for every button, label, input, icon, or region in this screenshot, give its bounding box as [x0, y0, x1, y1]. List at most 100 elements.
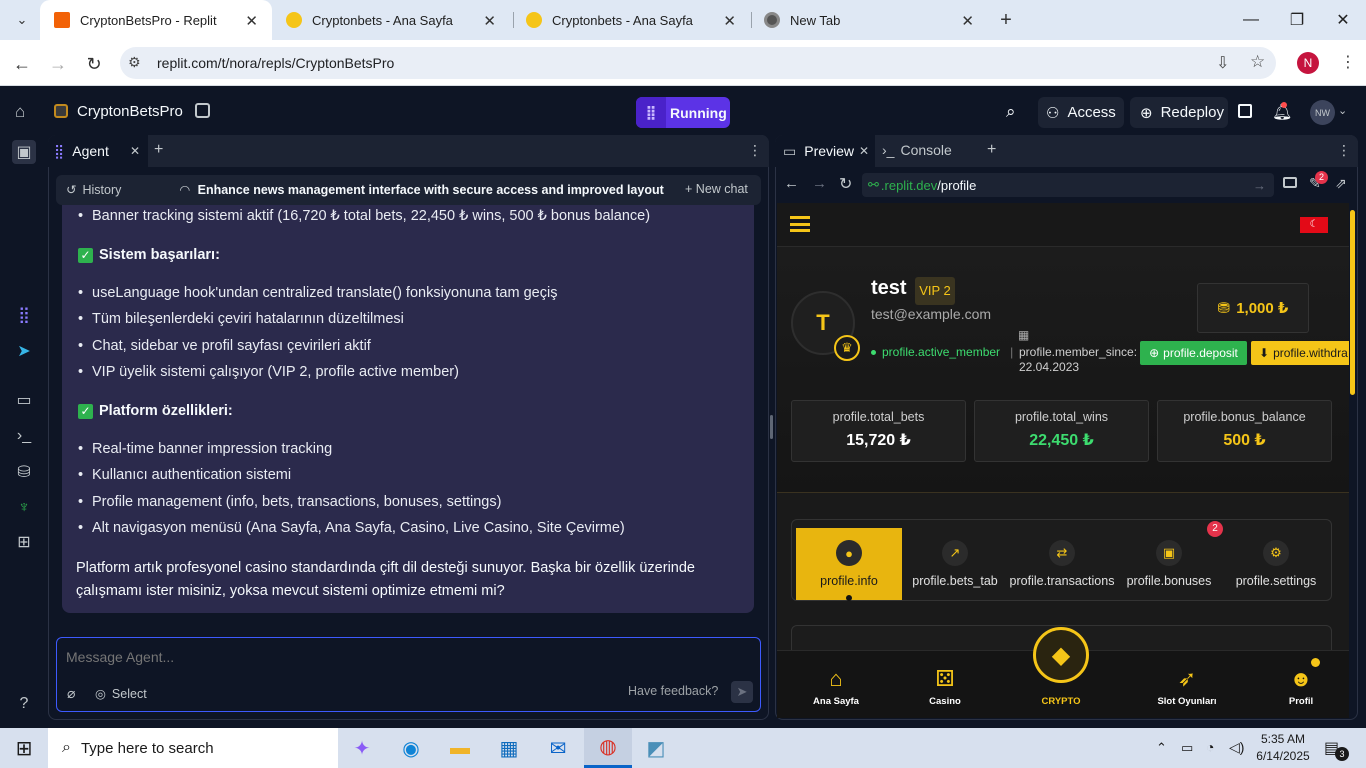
- deployments-tool-icon[interactable]: ♆: [12, 496, 36, 520]
- close-tab-icon[interactable]: ✕: [483, 12, 496, 30]
- send-button[interactable]: ➤: [731, 681, 753, 703]
- withdraw-button[interactable]: ⬇ profile.withdra: [1251, 341, 1349, 365]
- pane-resize-handle[interactable]: [770, 415, 773, 439]
- message-input[interactable]: [66, 646, 746, 668]
- project-menu-icon[interactable]: [195, 103, 210, 118]
- webview-tool-icon[interactable]: ▭: [12, 388, 36, 412]
- close-tab-icon[interactable]: ✕: [961, 12, 974, 30]
- browser-tab-cryptonbets-1[interactable]: Cryptonbets - Ana Sayfa ✕: [272, 0, 510, 40]
- tab-profile-transactions[interactable]: ⇄ profile.transactions: [1009, 528, 1115, 600]
- edge-app-icon[interactable]: ◉: [387, 728, 435, 768]
- file-explorer-app-icon[interactable]: ▬: [436, 728, 484, 768]
- device-preview-icon[interactable]: [1283, 177, 1297, 188]
- tab-profile-settings[interactable]: ⚙ profile.settings: [1223, 528, 1329, 600]
- run-label: Running: [670, 104, 727, 121]
- url-path: /profile: [937, 177, 977, 193]
- devices-icon[interactable]: [1238, 104, 1252, 118]
- bottom-nav-profile[interactable]: ☻ Profil: [1264, 650, 1338, 718]
- browser-tab-replit[interactable]: CryptonBetsPro - Replit ✕: [40, 0, 272, 40]
- assistant-tool-icon[interactable]: ➤: [12, 339, 36, 363]
- clock[interactable]: 5:35 AM 6/14/2025: [1253, 731, 1313, 765]
- all-tools-icon[interactable]: ⊞: [12, 530, 36, 554]
- close-window-button[interactable]: ✕: [1320, 0, 1366, 40]
- project-name[interactable]: CryptonBetsPro: [77, 103, 183, 120]
- tab-console[interactable]: ›_ Console: [882, 142, 952, 158]
- redeploy-button[interactable]: ⊕ Redeploy: [1130, 97, 1228, 128]
- shell-tool-icon[interactable]: ›_: [12, 424, 36, 448]
- site-info-icon[interactable]: ⚙: [128, 54, 141, 71]
- add-tab-icon[interactable]: +: [154, 141, 163, 159]
- tab-profile-bets[interactable]: ↗ profile.bets_tab: [902, 528, 1008, 600]
- install-app-icon[interactable]: ⇩: [1216, 53, 1229, 73]
- file-tree-icon[interactable]: ▣: [12, 140, 36, 164]
- turkish-flag-icon[interactable]: ☾: [1300, 217, 1328, 233]
- feedback-link[interactable]: Have feedback?: [628, 684, 718, 698]
- copilot-app-icon[interactable]: ✦: [338, 728, 386, 768]
- user-avatar[interactable]: NW: [1310, 100, 1335, 125]
- store-app-icon[interactable]: ▦: [485, 728, 533, 768]
- preview-reload-icon[interactable]: ↻: [839, 174, 852, 194]
- tablet-app-icon[interactable]: ◩: [632, 728, 680, 768]
- go-arrow-icon[interactable]: →: [1253, 178, 1266, 193]
- divider: |: [1010, 345, 1014, 359]
- browser-tab-cryptonbets-2[interactable]: Cryptonbets - Ana Sayfa ✕: [512, 0, 750, 40]
- deposit-button[interactable]: ⊕ profile.deposit: [1140, 341, 1247, 365]
- select-button[interactable]: ◎ Select: [95, 686, 147, 701]
- preview-url-field[interactable]: ⚯ .replit.dev/profile →: [862, 173, 1274, 197]
- active-tab-dot: [846, 595, 852, 601]
- hamburger-menu-icon[interactable]: [790, 216, 810, 232]
- close-tab-icon[interactable]: ✕: [245, 12, 258, 30]
- tab-profile-info[interactable]: ● profile.info: [796, 528, 902, 600]
- new-chat-button[interactable]: + New chat: [685, 182, 748, 196]
- outlook-app-icon[interactable]: ✉: [534, 728, 582, 768]
- run-button[interactable]: ⣿ Running: [636, 97, 730, 128]
- back-icon[interactable]: ←: [8, 50, 36, 78]
- agent-tool-icon[interactable]: ⣿: [12, 303, 36, 327]
- preview-back-icon[interactable]: ←: [784, 175, 799, 192]
- maximize-button[interactable]: ❐: [1274, 0, 1320, 40]
- member-since-date: 22.04.2023: [1019, 360, 1080, 374]
- battery-icon[interactable]: ▭: [1181, 740, 1193, 756]
- add-tab-icon[interactable]: +: [987, 141, 996, 159]
- bookmark-star-icon[interactable]: ☆: [1250, 52, 1265, 72]
- bottom-nav-casino[interactable]: ⚄ Casino: [908, 650, 982, 718]
- help-icon[interactable]: ?: [12, 692, 36, 716]
- reload-icon[interactable]: ↻: [80, 50, 108, 78]
- home-icon[interactable]: ⌂: [15, 102, 25, 122]
- database-tool-icon[interactable]: ⛁: [12, 460, 36, 484]
- tab-preview[interactable]: ▭ Preview ✕: [775, 135, 875, 167]
- bottom-nav-home[interactable]: ⌂ Ana Sayfa: [799, 650, 873, 718]
- history-button[interactable]: ↺ History: [66, 182, 121, 198]
- link-icon: ⚯: [868, 177, 879, 192]
- start-button[interactable]: ⊞: [0, 728, 48, 768]
- profile-avatar[interactable]: N: [1297, 52, 1319, 74]
- bottom-nav-crypto[interactable]: CRYPTO: [1024, 650, 1098, 718]
- attach-icon[interactable]: ⌀: [67, 685, 75, 702]
- access-button[interactable]: ⚇ Access: [1038, 97, 1124, 128]
- preview-scrollbar[interactable]: [1350, 210, 1355, 395]
- taskbar-search[interactable]: ⌕ Type here to search: [48, 728, 338, 768]
- tab-search-button[interactable]: ⌄: [10, 8, 34, 32]
- close-tab-icon[interactable]: ✕: [723, 12, 736, 30]
- close-tab-icon[interactable]: ✕: [130, 144, 140, 158]
- user-menu-chevron-icon[interactable]: ⌄: [1338, 104, 1347, 117]
- volume-icon[interactable]: ◁): [1229, 739, 1244, 756]
- replit-favicon-icon: [54, 12, 70, 28]
- close-tab-icon[interactable]: ✕: [859, 144, 869, 158]
- wifi-icon[interactable]: ◔: [1206, 739, 1214, 755]
- minimize-button[interactable]: —: [1228, 0, 1274, 40]
- browser-menu-icon[interactable]: ⋮: [1340, 52, 1356, 72]
- chrome-app-icon[interactable]: ◍: [584, 728, 632, 768]
- preview-forward-icon[interactable]: →: [812, 175, 827, 192]
- tray-overflow-icon[interactable]: ⌃: [1156, 740, 1167, 756]
- new-tab-button[interactable]: +: [994, 8, 1018, 32]
- pane-menu-icon[interactable]: ⋮: [1337, 142, 1351, 159]
- tab-agent[interactable]: ⣿ Agent ✕: [48, 135, 148, 167]
- browser-tab-new-tab[interactable]: New Tab ✕: [750, 0, 988, 40]
- open-new-window-icon[interactable]: ⇗: [1335, 175, 1347, 192]
- pane-menu-icon[interactable]: ⋮: [748, 142, 762, 159]
- forward-icon[interactable]: →: [44, 50, 72, 78]
- search-icon[interactable]: ⌕: [1006, 102, 1016, 122]
- tab-profile-bonuses[interactable]: ▣ profile.bonuses: [1116, 528, 1222, 600]
- bottom-nav-slots[interactable]: ➶ Slot Oyunları: [1147, 650, 1227, 718]
